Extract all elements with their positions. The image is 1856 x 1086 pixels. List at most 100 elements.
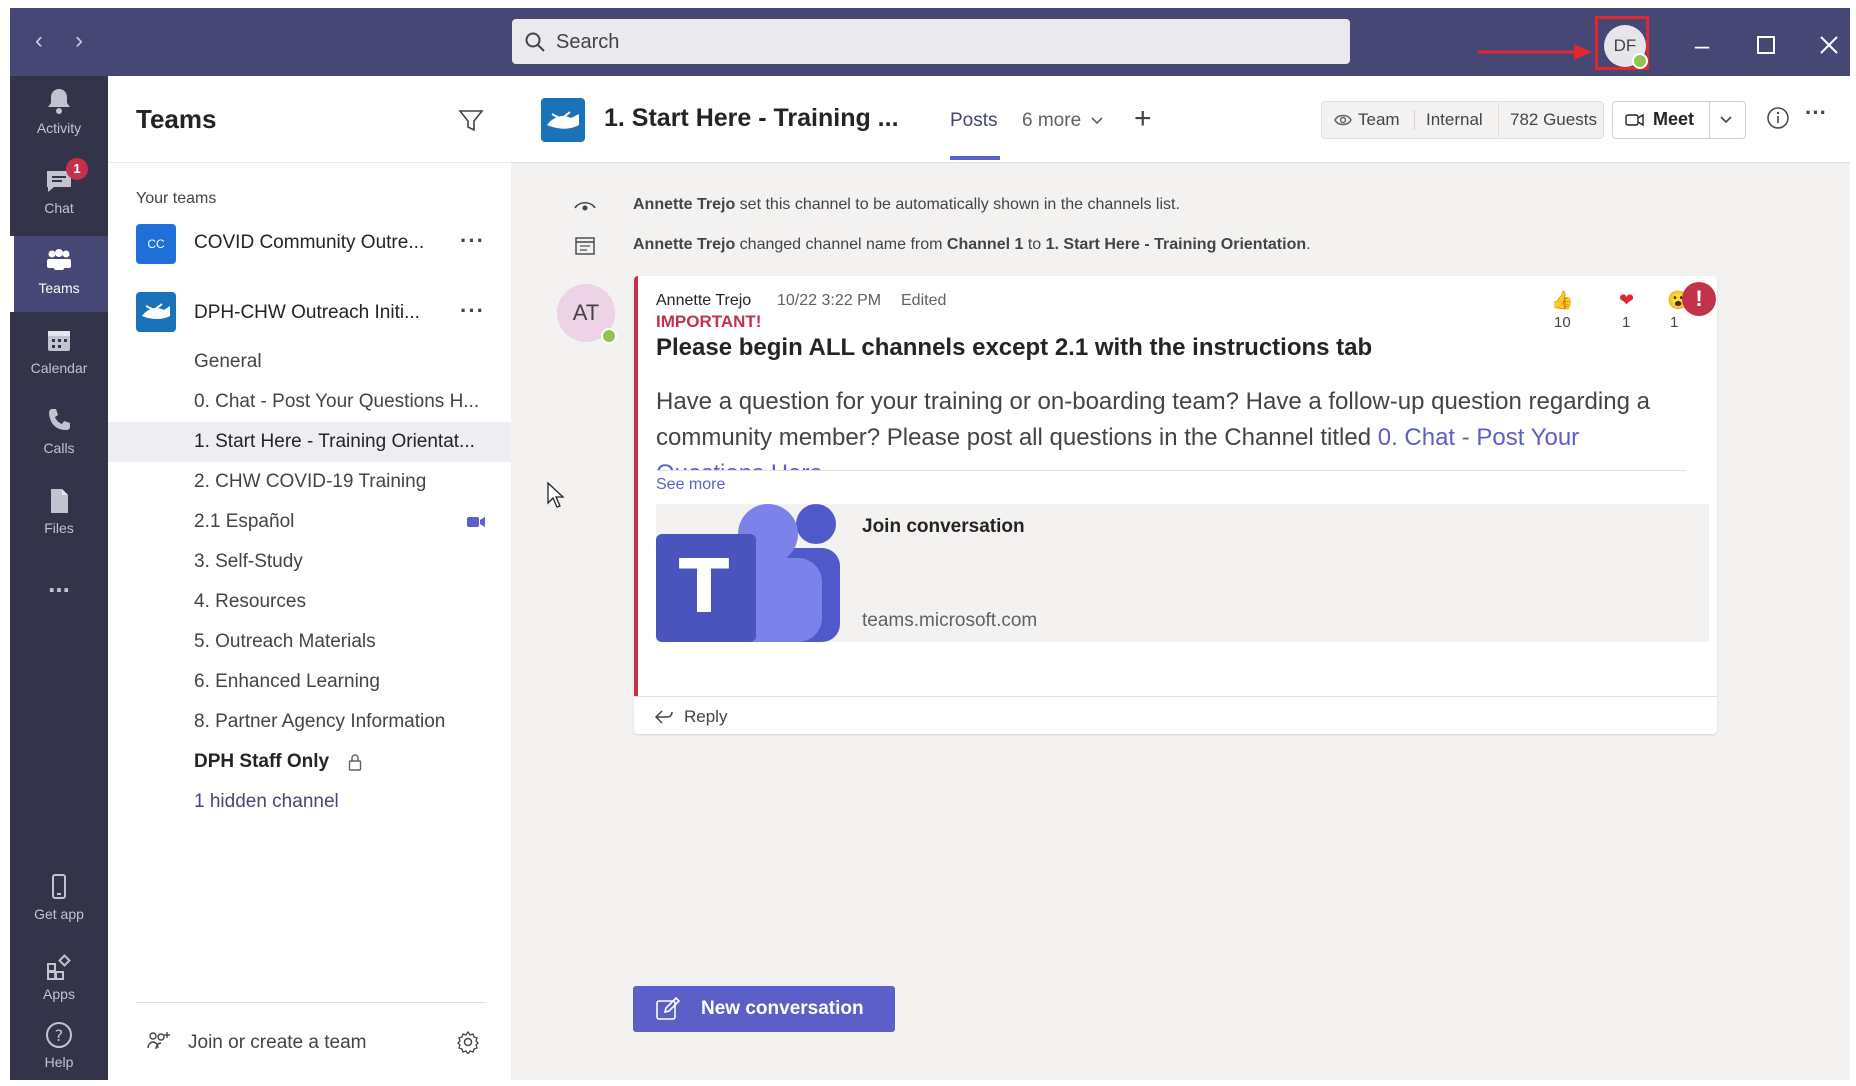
hidden-channels-link[interactable]: 1 hidden channel	[108, 782, 511, 822]
rail-chat[interactable]: 1 Chat	[10, 156, 108, 232]
join-create-team-button[interactable]: Join or create a team	[108, 1020, 511, 1064]
reaction-like[interactable]: 👍10	[1551, 290, 1573, 332]
search-icon	[525, 32, 545, 52]
filter-icon[interactable]	[458, 108, 484, 134]
post-body: Have a question for your training or on-…	[656, 384, 1686, 470]
preview-url: teams.microsoft.com	[862, 610, 1038, 631]
channel-item[interactable]: General	[108, 342, 511, 382]
channel-private[interactable]: DPH Staff Only	[108, 742, 511, 782]
maximize-icon[interactable]	[1751, 30, 1781, 60]
panel-title: Teams	[136, 104, 217, 134]
bell-icon	[48, 89, 70, 114]
title-bar: ‹ › Search DF –	[10, 8, 1850, 76]
teams-panel: Teams Your teams CC COVID Community Outr…	[108, 76, 512, 1080]
reply-arrow-icon	[654, 710, 673, 724]
post-edited-label: Edited	[901, 292, 947, 309]
forward-arrow-icon[interactable]: ›	[66, 28, 92, 54]
see-more-link[interactable]: See more	[656, 476, 725, 494]
rail-apps[interactable]: Apps	[10, 942, 108, 1018]
close-icon[interactable]	[1814, 30, 1844, 60]
new-conversation-button[interactable]: New conversation	[633, 986, 895, 1032]
channel-item-active[interactable]: 1. Start Here - Training Orientat...	[108, 422, 511, 462]
preview-title: Join conversation	[862, 516, 1025, 537]
teams-icon	[47, 249, 71, 270]
svg-text:T: T	[679, 544, 730, 630]
mouse-cursor-icon	[547, 481, 565, 508]
file-icon	[51, 489, 68, 513]
chat-badge: 1	[66, 158, 88, 180]
your-teams-label: Your teams	[136, 190, 217, 207]
rail-calls[interactable]: Calls	[10, 396, 108, 472]
settings-gear-icon[interactable]	[456, 1030, 480, 1054]
apps-icon	[47, 954, 71, 980]
video-camera-icon	[1625, 113, 1644, 127]
calendar-icon	[48, 331, 70, 351]
reaction-heart[interactable]: ❤1	[1619, 290, 1634, 332]
search-input[interactable]: Search	[512, 19, 1350, 64]
rail-teams[interactable]: Teams	[10, 236, 108, 312]
teams-logo-icon: T	[656, 504, 840, 642]
channel-item[interactable]: 5. Outreach Materials	[108, 622, 511, 662]
team-dph-chw[interactable]: DPH-CHW Outreach Initi... ···	[108, 288, 511, 342]
rail-activity[interactable]: Activity	[10, 76, 108, 152]
rail-help[interactable]: ? Help	[10, 1010, 108, 1086]
rail-calendar[interactable]: Calendar	[10, 316, 108, 392]
system-message: Annette Trejo set this channel to be aut…	[633, 196, 1180, 213]
channel-item[interactable]: 6. Enhanced Learning	[108, 662, 511, 702]
channel-item[interactable]: 2. CHW COVID-19 Training	[108, 462, 511, 502]
chevron-down-icon[interactable]	[1719, 115, 1733, 125]
app-rail: Activity 1 Chat Teams Calendar Calls Fil…	[10, 76, 108, 1080]
meeting-video-icon	[467, 517, 485, 527]
more-options-icon[interactable]: ···	[1805, 100, 1827, 126]
tab-posts[interactable]: Posts	[950, 110, 998, 132]
profile-avatar-button[interactable]: DF	[1595, 16, 1649, 70]
channel-item[interactable]: 3. Self-Study	[108, 542, 511, 582]
minimize-icon[interactable]: –	[1687, 30, 1717, 60]
info-icon[interactable]	[1766, 106, 1790, 130]
author-avatar[interactable]: AT	[557, 284, 617, 344]
channel-item[interactable]: 8. Partner Agency Information	[108, 702, 511, 742]
channel-item[interactable]: 2.1 Español	[108, 502, 511, 542]
channel-header: 1. Start Here - Training ... Posts 6 mor…	[511, 76, 1850, 163]
team-tile: CC	[136, 224, 176, 264]
status-available-dot	[601, 328, 617, 344]
add-people-icon	[147, 1032, 170, 1050]
team-more-options-icon[interactable]: ···	[460, 228, 485, 254]
internal-label: Internal	[1426, 110, 1483, 129]
post-card: Annette Trejo 10/22 3:22 PM Edited 👍10 ❤…	[634, 276, 1717, 734]
lock-icon	[348, 754, 362, 771]
channel-item[interactable]: 4. Resources	[108, 582, 511, 622]
channel-item[interactable]: 0. Chat - Post Your Questions H...	[108, 382, 511, 422]
post-subject: Please begin ALL channels except 2.1 wit…	[656, 334, 1373, 361]
eye-icon	[574, 202, 596, 211]
channel-team-logo	[541, 98, 585, 142]
meet-button[interactable]: Meet	[1612, 101, 1746, 139]
document-icon	[575, 237, 595, 255]
team-info-box: Team Internal 782 Guests	[1321, 101, 1604, 139]
rail-get-app[interactable]: Get app	[10, 862, 108, 938]
rail-more[interactable]: ...	[10, 556, 108, 632]
team-more-options-icon[interactable]: ···	[460, 298, 485, 324]
importance-label: IMPORTANT!	[656, 312, 762, 331]
link-preview-card[interactable]: T Join conversation teams.microsoft.com	[656, 504, 1709, 642]
status-available-dot	[1632, 53, 1648, 69]
team-logo	[136, 292, 176, 332]
post-author[interactable]: Annette Trejo	[656, 292, 751, 310]
compose-icon	[656, 996, 681, 1020]
back-arrow-icon[interactable]: ‹	[26, 28, 52, 54]
important-mark-icon: !	[1682, 282, 1716, 316]
chevron-down-icon	[1091, 117, 1103, 125]
mobile-icon	[52, 874, 66, 899]
rail-files[interactable]: Files	[10, 476, 108, 552]
guests-count[interactable]: 782 Guests	[1510, 110, 1597, 130]
more-icon: ...	[48, 568, 70, 598]
add-tab-icon[interactable]: +	[1134, 102, 1152, 136]
channel-content: 1. Start Here - Training ... Posts 6 mor…	[511, 76, 1850, 1080]
red-arrow-annotation	[1478, 44, 1592, 60]
team-covid-community[interactable]: CC COVID Community Outre... ···	[108, 218, 511, 272]
help-icon: ?	[46, 1022, 72, 1048]
eye-icon	[1334, 114, 1352, 126]
svg-text:?: ?	[55, 1026, 64, 1045]
tab-more[interactable]: 6 more	[1022, 110, 1104, 132]
post-timestamp: 10/22 3:22 PM	[777, 292, 882, 309]
